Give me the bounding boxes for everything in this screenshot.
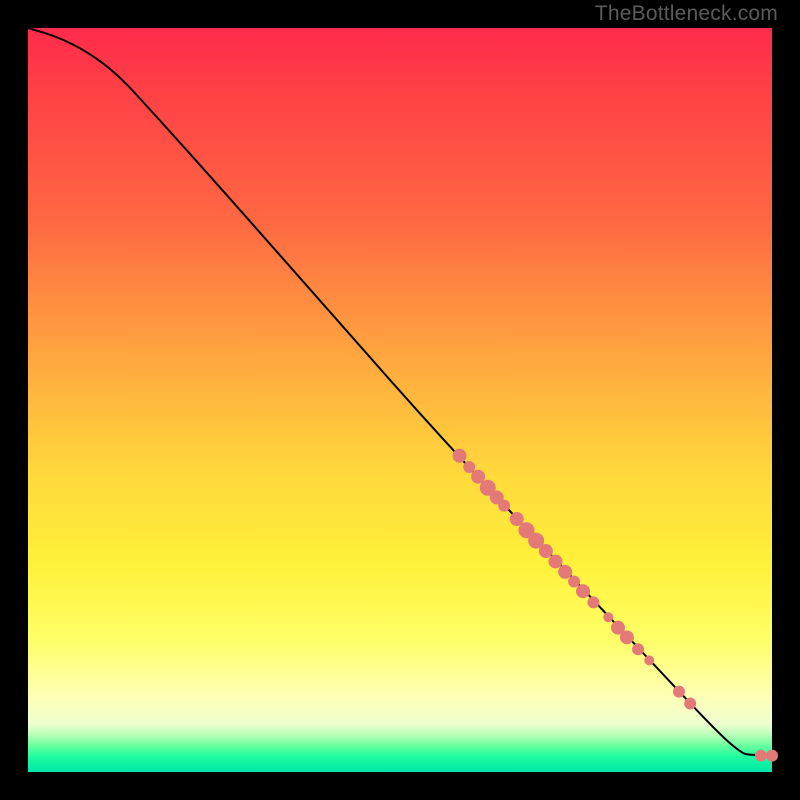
data-point: [539, 544, 553, 558]
data-point: [620, 630, 634, 644]
chart-stage: TheBottleneck.com: [0, 0, 800, 800]
data-point: [498, 500, 510, 512]
data-point: [558, 565, 572, 579]
data-points-group: [453, 449, 778, 762]
data-point: [755, 750, 767, 762]
bottleneck-curve: [28, 28, 772, 756]
data-point: [453, 449, 467, 463]
watermark-text: TheBottleneck.com: [595, 2, 778, 26]
data-point: [568, 576, 580, 588]
data-point: [632, 643, 644, 655]
data-point: [673, 686, 685, 698]
data-point: [587, 596, 599, 608]
data-point: [766, 750, 778, 762]
chart-svg: [28, 28, 772, 772]
data-point: [603, 612, 613, 622]
data-point: [644, 655, 654, 665]
data-point: [684, 698, 696, 710]
data-point: [576, 584, 590, 598]
data-point: [463, 461, 475, 473]
data-point: [548, 554, 562, 568]
